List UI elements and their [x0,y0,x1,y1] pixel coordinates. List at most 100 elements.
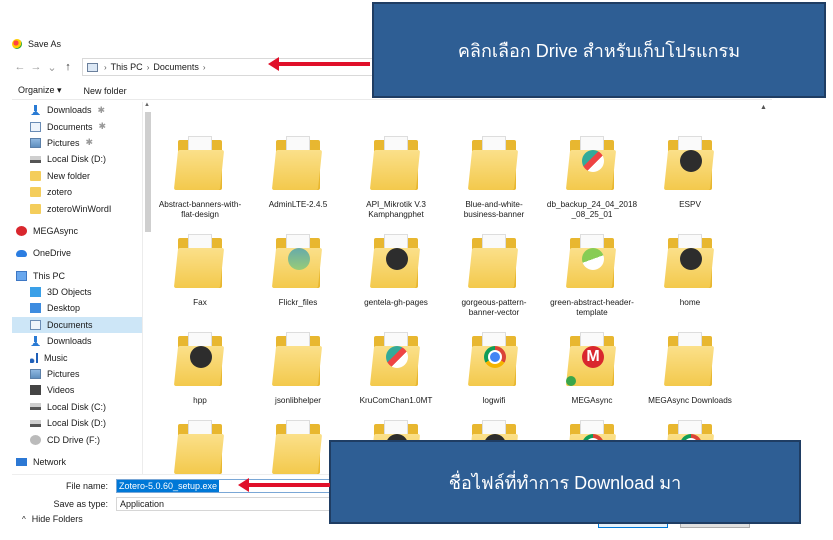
pictures-icon [30,369,41,380]
folder-item[interactable]: jsonlibhelper [252,328,344,406]
breadcrumb-separator-icon[interactable]: › [104,63,107,72]
folder-icon [467,230,520,292]
folder-item[interactable]: Blue-and-white-business-banner [448,132,540,219]
nav-label: Documents [47,121,93,132]
breadcrumb-documents[interactable]: Documents [153,62,199,72]
nav-videos[interactable]: Videos [12,382,142,398]
nav-label: This PC [33,270,66,281]
folder-badge-icon [190,346,212,368]
download-icon [30,336,41,347]
file-name-label: File name: [65,481,108,491]
3d-objects-icon [30,287,41,298]
nav-3d-objects[interactable]: 3D Objects [12,284,142,300]
folder-icon [30,170,41,181]
folder-badge-icon [582,150,604,172]
folder-item[interactable]: hpp [154,328,246,406]
disk-icon [30,155,41,163]
download-icon [30,105,41,116]
folder-badge-icon [484,346,506,368]
this-pc-icon [16,270,27,281]
nav-network[interactable]: Network [12,454,142,470]
scroll-up-icon[interactable]: ▲ [144,102,150,108]
nav-label: Local Disk (C:) [47,401,107,412]
nav-onedrive[interactable]: OneDrive [12,245,142,261]
folder-item[interactable]: AdminLTE-2.4.5 [252,132,344,210]
scroll-up-icon[interactable]: ▲ [760,104,767,111]
nav-downloads[interactable]: Downloads [12,333,142,349]
folder-item[interactable]: Abstract-banners-with-flat-design [154,132,246,219]
folder-icon [271,230,324,292]
breadcrumb-separator-icon[interactable]: › [147,63,150,72]
network-icon [16,458,27,466]
folder-item[interactable]: gentela-gh-pages [350,230,442,308]
breadcrumb-this-pc[interactable]: This PC [111,62,143,72]
folder-icon [30,187,41,198]
folder-badge-icon [680,150,702,172]
organize-button[interactable]: Organize ▾ [18,85,62,96]
nav-quick-documents[interactable]: Documents ✱ [12,118,142,134]
music-icon [30,352,38,363]
breadcrumb-separator-icon[interactable]: › [203,63,206,72]
folder-name: hpp [193,396,207,405]
nav-this-pc[interactable]: This PC [12,268,142,284]
nav-desktop[interactable]: Desktop [12,300,142,316]
pictures-icon [30,137,41,148]
nav-quick-new-folder[interactable]: New folder [12,168,142,184]
folder-item[interactable]: ESPV [644,132,736,210]
nav-label: Local Disk (D:) [47,154,107,165]
folder-item[interactable]: M MEGAsync [546,328,638,406]
folder-item[interactable]: logwifi [448,328,540,406]
new-folder-button[interactable]: New folder [84,86,127,96]
folder-icon [173,416,226,478]
nav-label: Desktop [47,303,81,314]
folder-item[interactable]: API_Mikrotik V.3 Kamphangphet [350,132,442,219]
folder-item[interactable]: Flickr_files [252,230,344,308]
nav-quick-zotero[interactable]: zotero [12,184,142,200]
folder-item[interactable]: db_backup_24_04_2018_08_25_01 [546,132,638,219]
folder-item[interactable]: home [644,230,736,308]
nav-cd-drive[interactable]: CD Drive (F:) [12,431,142,447]
annotation-callout-filename: ชื่อไฟล์ที่ทำการ Download มา [329,440,801,524]
sidebar-scrollbar[interactable]: ▲ ▼ [142,102,152,492]
file-name-value[interactable]: Zotero-5.0.60_setup.exe [117,480,220,492]
hide-folders-toggle[interactable]: ^ Hide Folders [22,514,83,524]
nav-quick-zoterowinword[interactable]: zoteroWinWordI [12,200,142,216]
file-grid-scrollbar[interactable]: ▲ [758,102,770,492]
folder-item[interactable]: KruComChan1.0MT [350,328,442,406]
folder-icon [369,230,422,292]
folder-name: API_Mikrotik V.3 Kamphangphet [366,200,426,219]
pin-icon: ✱ [85,137,94,148]
nav-quick-pictures[interactable]: Pictures ✱ [12,135,142,151]
nav-documents-selected[interactable]: Documents [12,316,142,334]
annotation-arrow-icon [238,478,330,492]
folder-icon [30,203,41,214]
nav-quick-disk-d[interactable]: Local Disk (D:) [12,151,142,167]
nav-megasync[interactable]: MEGAsync [12,223,142,239]
scroll-thumb[interactable] [145,112,151,232]
annotation-text: ชื่อไฟล์ที่ทำการ Download มา [448,472,682,493]
up-arrow-icon[interactable]: ↑ [60,61,76,73]
nav-label: zoteroWinWordI [47,203,112,214]
chevron-up-icon: ^ [22,514,26,524]
nav-label: 3D Objects [47,287,92,298]
folder-item[interactable]: Fax [154,230,246,308]
folder-item[interactable]: gorgeous-pattern-banner-vector [448,230,540,317]
nav-music[interactable]: Music [12,349,142,365]
folder-item[interactable]: MEGAsync Downloads [644,328,736,406]
nav-pictures[interactable]: Pictures [12,366,142,382]
nav-label: CD Drive (F:) [47,434,100,445]
nav-label: Music [44,352,68,363]
history-chevron-icon[interactable]: ⌄ [44,61,60,74]
forward-arrow-icon[interactable]: → [28,61,44,73]
file-grid: Abstract-banners-with-flat-design AdminLT… [154,102,754,492]
cd-drive-icon [30,434,41,445]
folder-item[interactable]: green-abstract-header-template [546,230,638,317]
nav-quick-downloads[interactable]: Downloads ✱ [12,102,142,118]
nav-label: MEGAsync [33,225,79,236]
folder-icon [271,416,324,478]
nav-label: Downloads [47,336,92,347]
nav-disk-c[interactable]: Local Disk (C:) [12,399,142,415]
nav-disk-d[interactable]: Local Disk (D:) [12,415,142,431]
back-arrow-icon[interactable]: ← [12,61,28,73]
folder-name: MEGAsync Downloads [648,396,732,405]
